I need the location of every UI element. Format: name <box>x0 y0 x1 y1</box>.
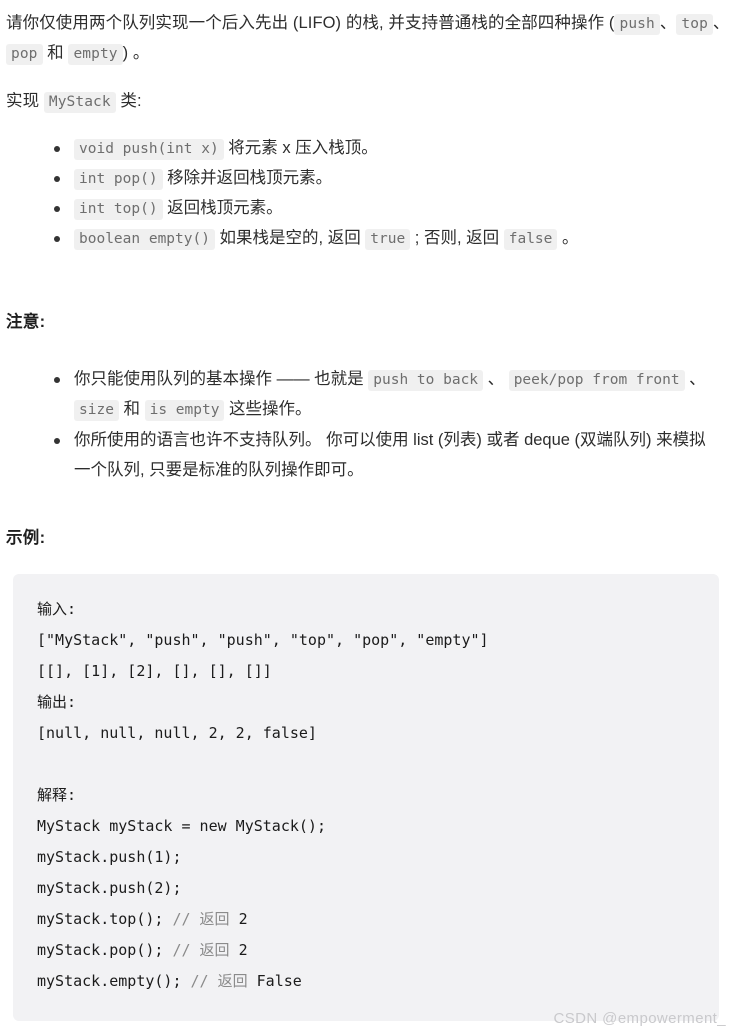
implement-prefix: 实现 <box>6 92 44 110</box>
inline-code-false: false <box>503 229 558 250</box>
note-text-a: 你只能使用队列的基本操作 —— 也就是 <box>74 370 369 388</box>
intro-text: 请你仅使用两个队列实现一个后入先出 (LIFO) 的栈, 并支持普通栈的全部四种… <box>6 14 615 32</box>
inline-code-top: top <box>676 14 713 35</box>
list-item: 你所使用的语言也许不支持队列。 你可以使用 list (列表) 或者 deque… <box>54 425 722 485</box>
note-text-b: 这些操作。 <box>224 400 312 418</box>
inline-code-push-to-back: push to back <box>368 370 484 391</box>
code-line-input-2: [[], [1], [2], [], [], []] <box>37 662 272 680</box>
method-description-c: 。 <box>557 229 579 247</box>
intro-tail: ) 。 <box>122 44 150 62</box>
inline-code-push: push <box>614 14 660 35</box>
implement-suffix: 类: <box>115 92 142 110</box>
method-description: 返回栈顶元素。 <box>162 199 283 217</box>
inline-code-int-pop: int pop() <box>74 169 163 190</box>
inline-code-peek-pop-from-front: peek/pop from front <box>508 370 685 391</box>
code-line-constructor: MyStack myStack = new MyStack(); <box>37 817 326 835</box>
intro-and: 和 <box>42 44 69 62</box>
code-pop-value: 2 <box>238 941 248 959</box>
note-list: 你只能使用队列的基本操作 —— 也就是 push to back 、 peek/… <box>6 364 730 485</box>
code-pop-call: myStack.pop(); <box>37 941 173 959</box>
code-empty-call: myStack.empty(); <box>37 972 191 990</box>
intro-separator-2: 、 <box>712 14 730 32</box>
inline-code-int-top: int top() <box>74 199 163 220</box>
intro-paragraph: 请你仅使用两个队列实现一个后入先出 (LIFO) 的栈, 并支持普通栈的全部四种… <box>6 8 730 68</box>
inline-code-empty: empty <box>68 44 123 65</box>
inline-code-mystack: MyStack <box>43 92 116 113</box>
method-list: void push(int x) 将元素 x 压入栈顶。 int pop() 移… <box>6 134 730 253</box>
problem-statement-page: 请你仅使用两个队列实现一个后入先出 (LIFO) 的栈, 并支持普通栈的全部四种… <box>0 0 738 1032</box>
example-code-block: 输入: ["MyStack", "push", "push", "top", "p… <box>13 574 719 1021</box>
inline-code-pop: pop <box>6 44 43 65</box>
code-empty-comment: // 返回 <box>190 972 257 990</box>
code-line-output-label: 输出: <box>37 693 77 711</box>
code-line-output: [null, null, null, 2, 2, false] <box>37 724 317 742</box>
code-line-empty: myStack.empty(); // 返回 False <box>37 966 695 997</box>
note-and: 和 <box>118 400 145 418</box>
code-top-value: 2 <box>238 910 248 928</box>
code-line-push-2: myStack.push(2); <box>37 879 182 897</box>
list-item: boolean empty() 如果栈是空的, 返回 true ; 否则, 返回… <box>54 224 730 253</box>
inline-code-true: true <box>365 229 411 250</box>
code-pop-comment: // 返回 <box>172 941 239 959</box>
code-line-top: myStack.top(); // 返回 2 <box>37 904 695 935</box>
inline-code-boolean-empty: boolean empty() <box>74 229 215 250</box>
method-description: 将元素 x 压入栈顶。 <box>223 139 378 157</box>
code-line-input-1: ["MyStack", "push", "push", "top", "pop"… <box>37 631 489 649</box>
code-line-push-1: myStack.push(1); <box>37 848 182 866</box>
method-description: 移除并返回栈顶元素。 <box>162 169 333 187</box>
code-top-comment: // 返回 <box>172 910 239 928</box>
code-top-call: myStack.top(); <box>37 910 173 928</box>
note-text: 你所使用的语言也许不支持队列。 你可以使用 list (列表) 或者 deque… <box>74 431 706 479</box>
code-line-explain-label: 解释: <box>37 786 77 804</box>
csdn-watermark: CSDN @empowerment_ <box>553 1010 726 1027</box>
example-heading: 示例: <box>6 529 46 547</box>
list-item: 你只能使用队列的基本操作 —— 也就是 push to back 、 peek/… <box>54 364 722 424</box>
note-heading: 注意: <box>6 313 46 331</box>
method-description-a: 如果栈是空的, 返回 <box>214 229 366 247</box>
list-item: void push(int x) 将元素 x 压入栈顶。 <box>54 134 730 163</box>
code-line-input-label: 输入: <box>37 600 77 618</box>
inline-code-is-empty: is empty <box>144 400 225 421</box>
code-empty-value: False <box>256 972 302 990</box>
list-item: int top() 返回栈顶元素。 <box>54 194 730 223</box>
inline-code-void-push: void push(int x) <box>74 139 224 160</box>
list-item: int pop() 移除并返回栈顶元素。 <box>54 164 730 193</box>
implement-paragraph: 实现 MyStack 类: <box>6 86 730 116</box>
note-separator-a: 、 <box>483 370 509 388</box>
method-description-b: ; 否则, 返回 <box>410 229 504 247</box>
note-separator-b: 、 <box>684 370 706 388</box>
example-code-content: 输入: ["MyStack", "push", "push", "top", "p… <box>13 594 719 997</box>
intro-separator-1: 、 <box>659 14 677 32</box>
code-line-pop: myStack.pop(); // 返回 2 <box>37 935 695 966</box>
inline-code-size: size <box>74 400 119 421</box>
